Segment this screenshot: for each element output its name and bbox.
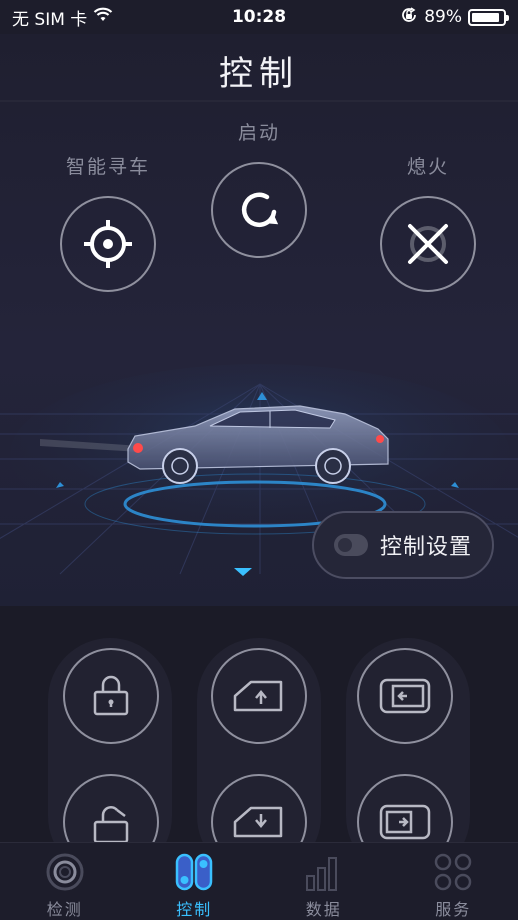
status-right: 89% xyxy=(400,6,509,29)
start-label: 启动 xyxy=(237,122,280,144)
tab-control-label: 控制 xyxy=(176,900,213,919)
quick-actions-panel xyxy=(0,606,518,878)
service-icon xyxy=(432,851,474,892)
battery-fill xyxy=(472,12,499,22)
tab-detect-label: 检测 xyxy=(46,900,83,919)
control-settings-label: 控制设置 xyxy=(380,535,473,560)
lock-button[interactable] xyxy=(63,648,159,744)
control-icon xyxy=(174,851,214,892)
data-icon xyxy=(303,851,345,892)
lock-icon xyxy=(93,675,129,716)
tab-data-label: 数据 xyxy=(305,900,342,919)
window-up-icon xyxy=(233,680,283,712)
window-up-button[interactable] xyxy=(211,648,307,744)
battery-percent: 89% xyxy=(424,7,462,27)
control-settings-button[interactable]: 控制设置 xyxy=(312,511,494,579)
door-close-icon xyxy=(379,678,431,714)
engine-off-button[interactable] xyxy=(380,196,476,292)
status-bar: 无 SIM 卡 10:28 89% xyxy=(0,0,518,34)
rotation-lock-icon xyxy=(400,6,418,29)
find-car-button[interactable] xyxy=(60,196,156,292)
door-open-icon xyxy=(379,804,431,840)
crosshair-icon xyxy=(84,220,132,268)
close-icon xyxy=(408,224,448,264)
direction-marker-down xyxy=(234,568,252,576)
tab-service[interactable]: 服务 xyxy=(389,843,518,920)
tab-detect[interactable]: 检测 xyxy=(0,843,130,920)
settings-toggle[interactable] xyxy=(334,534,368,556)
refresh-icon xyxy=(241,192,279,228)
header-divider xyxy=(0,100,518,102)
find-car-label: 智能寻车 xyxy=(65,156,150,178)
door-close-button[interactable] xyxy=(357,648,453,744)
tab-data[interactable]: 数据 xyxy=(259,843,389,920)
carrier-text: 无 SIM 卡 xyxy=(12,9,88,30)
status-left: 无 SIM 卡 xyxy=(12,5,113,30)
battery-icon xyxy=(468,8,509,26)
page-title: 控制 xyxy=(219,54,299,94)
detect-icon xyxy=(44,851,86,892)
wifi-icon xyxy=(93,7,113,28)
tab-control[interactable]: 控制 xyxy=(130,843,260,920)
engine-off-label: 熄火 xyxy=(406,156,449,178)
unlock-icon xyxy=(93,806,129,844)
tab-bar: 检测 控制 数据 服务 xyxy=(0,842,518,920)
tab-service-label: 服务 xyxy=(435,900,472,919)
window-down-icon xyxy=(233,806,283,838)
start-engine-button[interactable] xyxy=(211,162,307,258)
